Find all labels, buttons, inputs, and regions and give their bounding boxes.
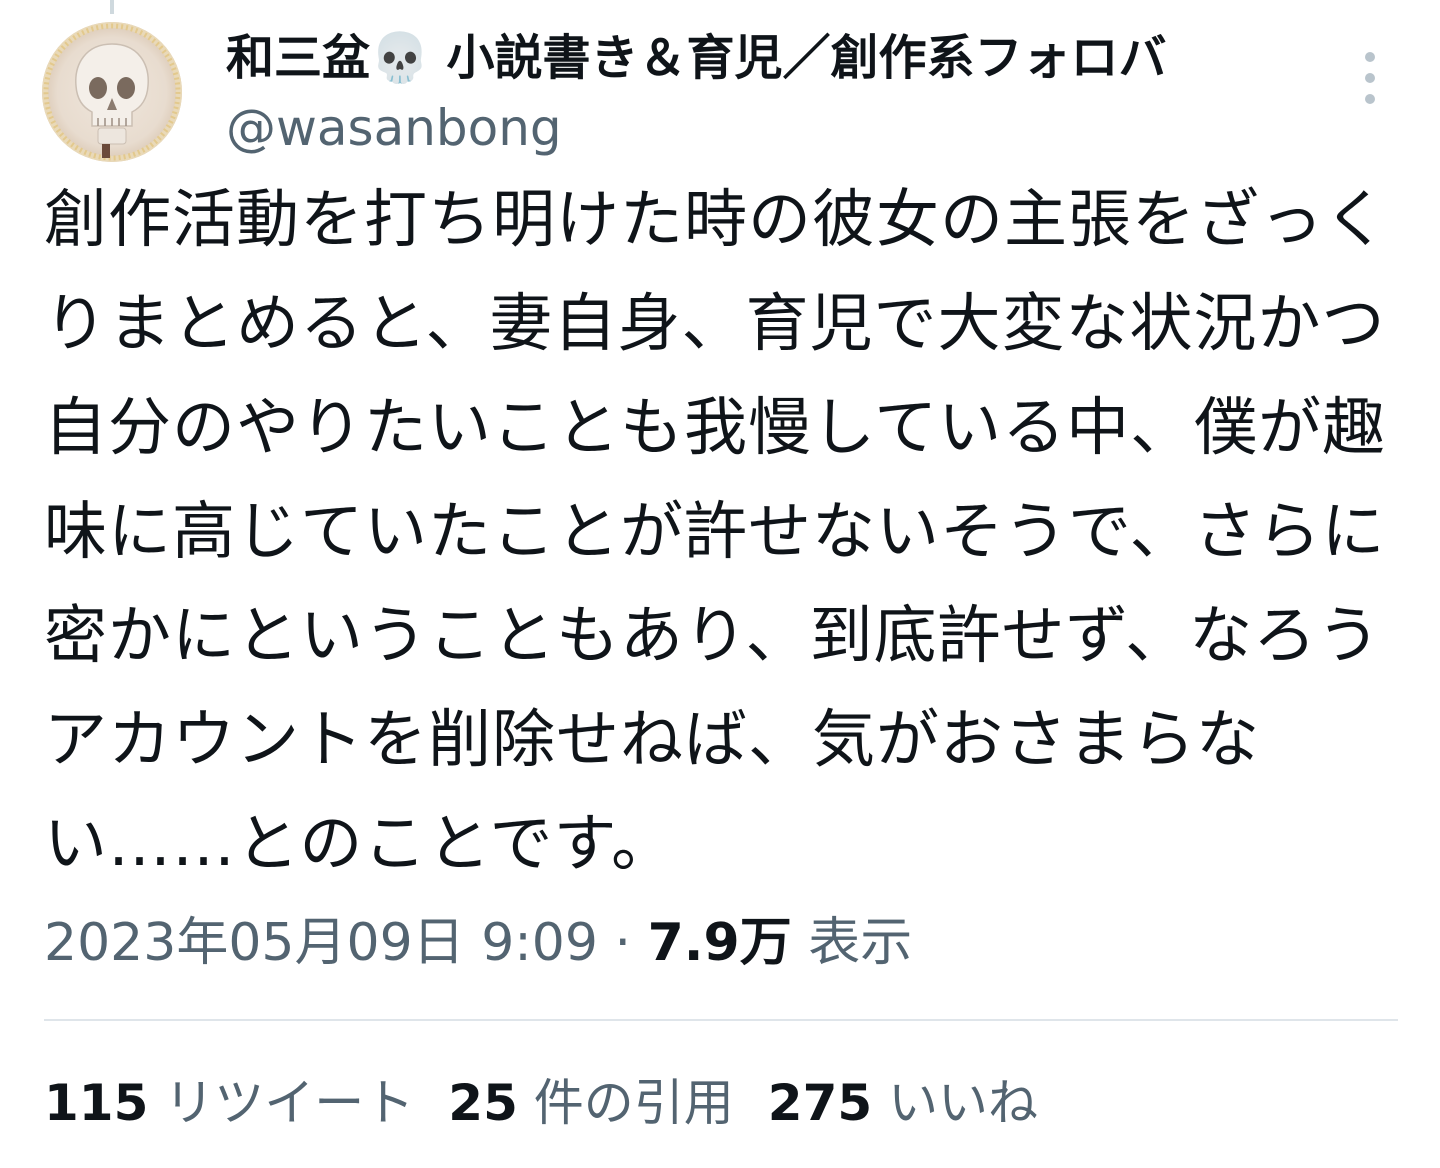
quotes-label: 件の引用 — [533, 1074, 734, 1132]
divider — [44, 1019, 1398, 1021]
tweet-meta: 2023年05月09日 9:09 · 7.9万 表示 — [44, 910, 912, 976]
likes-label: いいね — [888, 1074, 1039, 1132]
retweets-label: リツイート — [164, 1074, 415, 1132]
views-label: 表示 — [808, 913, 913, 973]
quotes-stat[interactable]: 25 件の引用 — [448, 1070, 734, 1136]
likes-count: 275 — [767, 1074, 873, 1132]
author-name[interactable]: 和三盆💀 小説書き＆育児／創作系フォロバ — [226, 28, 1166, 88]
tweet-text: 創作活動を打ち明けた時の彼女の主張をざっくりまとめると、妻自身、育児で大変な状況… — [44, 183, 1388, 880]
retweets-stat[interactable]: 115 リツイート — [44, 1070, 414, 1136]
quotes-count: 25 — [448, 1074, 518, 1132]
tweet-timestamp[interactable]: 2023年05月09日 9:09 — [44, 913, 598, 973]
more-dot — [1365, 52, 1375, 62]
skull-icon — [43, 23, 181, 161]
retweets-count: 115 — [44, 1074, 149, 1132]
more-dot — [1365, 94, 1375, 104]
more-dot — [1365, 73, 1375, 83]
thread-connector-line — [110, 0, 114, 14]
author-handle[interactable]: @wasanbong — [226, 97, 562, 159]
engagement-stats: 115 リツイート 25 件の引用 275 いいね — [44, 1070, 1038, 1136]
meta-separator: · — [597, 913, 648, 973]
views-count[interactable]: 7.9万 — [648, 913, 792, 973]
author-avatar[interactable] — [42, 22, 182, 162]
more-vertical-icon[interactable] — [1350, 52, 1390, 104]
likes-stat[interactable]: 275 いいね — [768, 1070, 1038, 1136]
